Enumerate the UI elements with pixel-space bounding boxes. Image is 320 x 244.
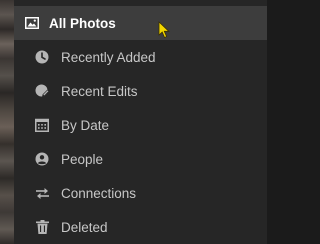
image-icon: [24, 15, 40, 31]
sidebar-item-label: Recent Edits: [61, 83, 138, 99]
sidebar-item-label: All Photos: [49, 15, 116, 31]
trash-icon: [34, 219, 50, 235]
sidebar-item-label: By Date: [61, 117, 110, 133]
photo-grid-edge: [0, 0, 14, 244]
calendar-icon: [34, 117, 50, 133]
mouse-cursor-icon: [158, 21, 172, 39]
person-icon: [34, 151, 50, 167]
edit-icon: [34, 83, 50, 99]
sidebar-item-deleted[interactable]: Deleted: [14, 210, 267, 244]
sidebar-item-label: Deleted: [61, 219, 108, 235]
sidebar-item-label: Recently Added: [61, 49, 156, 65]
sidebar-item-people[interactable]: People: [14, 142, 267, 176]
clock-icon: [34, 49, 50, 65]
sidebar-item-connections[interactable]: Connections: [14, 176, 267, 210]
sync-icon: [34, 185, 50, 201]
sidebar-panel: All Photos Recently Added Recent Edits B…: [14, 0, 267, 244]
sidebar-item-recently-added[interactable]: Recently Added: [14, 40, 267, 74]
sidebar-item-by-date[interactable]: By Date: [14, 108, 267, 142]
sidebar-item-recent-edits[interactable]: Recent Edits: [14, 74, 267, 108]
sidebar-item-all-photos[interactable]: All Photos: [14, 6, 267, 40]
sidebar-item-label: People: [61, 151, 104, 167]
sidebar-item-label: Connections: [61, 185, 137, 201]
